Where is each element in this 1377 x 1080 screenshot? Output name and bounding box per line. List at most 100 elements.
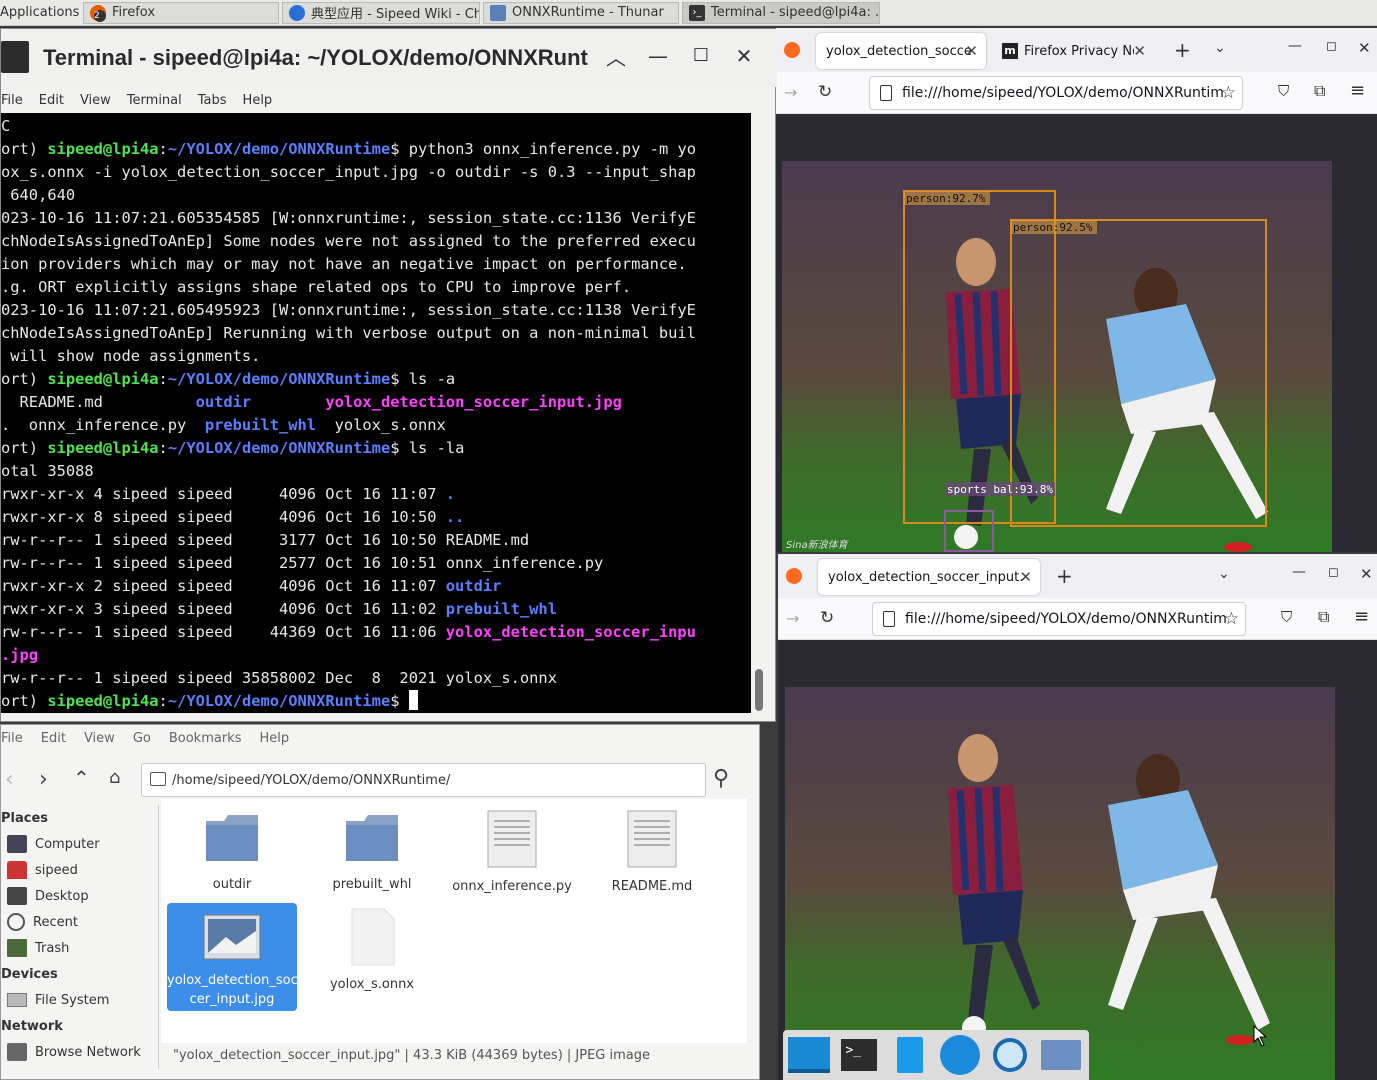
file-name: outdir [445,577,502,595]
task-firefox[interactable]: 2 Firefox [83,1,279,24]
sidebar-item-recent[interactable]: Recent [1,909,158,935]
home-icon[interactable]: ⌂ [109,767,120,788]
pocket-icon[interactable]: ⛉ [1281,608,1292,626]
task-terminal[interactable]: ›_ Terminal - sipeed@lpi4a: ... [682,1,880,24]
sidebar-item-browse-network[interactable]: Browse Network [1,1039,158,1065]
dock: >_ [783,1030,1089,1080]
prompt-env: ort) [1,439,48,457]
menu-help[interactable]: Help [259,731,289,751]
forward-icon[interactable]: › [39,767,48,792]
close-icon[interactable]: ✕ [1360,565,1373,583]
file-name: yolox_detection_soccer_inpu [445,623,696,641]
tab-yolox-detection[interactable]: yolox_detection_soccer_input. ✕ [818,559,1040,595]
terminal-line: rwxr-xr-x 8 sipeed sipeed 4096 Oct 16 10… [1,506,751,529]
maximize-icon[interactable]: ◻ [1328,565,1339,580]
list-tabs-icon[interactable]: ⌄ [1218,566,1230,582]
back-icon[interactable]: ‹ [5,767,14,792]
close-tab-icon[interactable]: ✕ [1019,568,1032,586]
sidebar-item-desktop[interactable]: Desktop [1,883,158,909]
menu-icon[interactable]: ≡ [1350,80,1365,101]
folder-icon [206,815,258,861]
menu-edit[interactable]: Edit [41,731,66,751]
maximize-icon[interactable]: ☐ [686,45,716,66]
file-item-onnx-inference[interactable]: onnx_inference.py [447,803,577,903]
pocket-icon[interactable]: ⛉ [1278,82,1289,100]
search-icon[interactable] [988,1032,1032,1078]
file-manager-menubar: File Edit View Go Bookmarks Help [1,731,307,751]
command-text: python3 onnx_inference.py -m yo [408,140,697,158]
task-sipeed-wiki[interactable]: 典型应用 - Sipeed Wiki - Ch... [282,1,480,24]
file-item-prebuilt-whl[interactable]: prebuilt_whl [307,803,437,903]
watermark: Sina新浪体育 [786,539,850,551]
reload-icon[interactable]: ↻ [820,608,834,628]
sidebar-item-filesystem[interactable]: File System [1,987,158,1013]
file-name: prebuilt_whl [445,600,557,618]
page-icon [880,85,892,101]
menu-help[interactable]: Help [243,93,273,108]
forward-icon[interactable]: → [786,609,799,628]
new-tab-icon[interactable]: + [1056,564,1073,588]
bookmark-star-icon[interactable]: ☆ [1224,609,1239,629]
minimize-icon[interactable]: — [1288,38,1302,54]
minimize-icon[interactable]: — [1292,564,1306,580]
sidebar-item-computer[interactable]: Computer [1,831,158,857]
bookmark-star-icon[interactable]: ☆ [1221,83,1236,103]
close-tab-icon[interactable]: ✕ [1133,42,1146,60]
file-name: yolox_s.onnx [329,977,415,992]
extensions-icon[interactable]: ⧉ [1314,81,1325,101]
menu-file[interactable]: File [1,93,23,108]
url-bar[interactable]: file:///home/sipeed/YOLOX/demo/ONNXRunti… [872,602,1246,636]
maximize-icon[interactable]: ◻ [1326,39,1337,54]
terminal-scrollbar[interactable] [751,113,775,713]
search-icon[interactable]: ⚲ [713,766,729,791]
file-item-readme[interactable]: README.md [587,803,717,903]
task-label: Firefox [112,5,156,20]
applications-menu[interactable]: Applications⋮ [0,0,80,26]
menu-go[interactable]: Go [133,731,151,751]
sidebar-item-sipeed[interactable]: sipeed [1,857,158,883]
terminal-output[interactable]: Cort) sipeed@lpi4a:~/YOLOX/demo/ONNXRunt… [1,113,751,713]
prompt-user: sipeed@lpi4a [47,140,159,158]
list-tabs-icon[interactable]: ⌄ [1214,40,1226,56]
command-text: ls -a [408,370,456,388]
file-item-outdir[interactable]: outdir [167,803,297,903]
browser-icon[interactable] [938,1032,982,1078]
menu-view[interactable]: View [84,731,115,751]
menu-bookmarks[interactable]: Bookmarks [169,731,242,751]
menu-file[interactable]: File [1,731,23,751]
tab-firefox-privacy[interactable]: m Firefox Privacy No ✕ [992,33,1150,69]
shade-icon[interactable]: ︿ [601,42,631,71]
close-icon[interactable]: ✕ [729,44,759,68]
menu-view[interactable]: View [80,93,111,108]
new-tab-icon[interactable]: + [1174,38,1191,62]
tab-yolox-detection[interactable]: yolox_detection_socce ✕ [816,33,986,69]
file-manager-icon[interactable] [888,1032,932,1078]
extensions-icon[interactable]: ⧉ [1318,607,1329,627]
location-bar[interactable]: /home/sipeed/YOLOX/demo/ONNXRuntime/ [141,763,706,797]
task-thunar[interactable]: ONNXRuntime - Thunar [483,1,679,24]
reload-icon[interactable]: ↻ [818,82,832,102]
close-tab-icon[interactable]: ✕ [965,42,978,60]
up-icon[interactable]: ⌃ [73,766,90,790]
menu-icon[interactable]: ≡ [1354,606,1369,627]
file-item-yolox-input-jpg[interactable]: yolox_detection_soc cer_input.jpg [167,903,298,1011]
menu-terminal[interactable]: Terminal [127,93,182,108]
menu-edit[interactable]: Edit [39,93,64,108]
terminal-icon[interactable]: >_ [837,1032,881,1078]
show-desktop-icon[interactable] [787,1032,831,1078]
minimize-icon[interactable]: — [643,44,673,68]
terminal-text: rwxr-xr-x 4 sipeed sipeed 4096 Oct 16 11… [1,485,446,503]
terminal-text: 023-10-16 11:07:21.605354585 [W:onnxrunt… [1,209,696,227]
terminal-line: C [1,115,751,138]
tab-strip: yolox_detection_soccer_input. ✕ + ⌄ — ◻ … [778,554,1377,598]
close-icon[interactable]: ✕ [1358,39,1371,57]
scrollbar-thumb[interactable] [755,669,763,711]
menu-tabs[interactable]: Tabs [198,93,227,108]
terminal-line: ox_s.onnx -i yolox_detection_soccer_inpu… [1,161,751,184]
file-item-yolox-s-onnx[interactable]: yolox_s.onnx [307,903,437,1003]
location-path: /home/sipeed/YOLOX/demo/ONNXRuntime/ [172,772,451,788]
forward-icon[interactable]: → [784,83,797,102]
sidebar-item-trash[interactable]: Trash [1,935,158,961]
folder-icon[interactable] [1039,1032,1083,1078]
url-bar[interactable]: file:///home/sipeed/YOLOX/demo/ONNXRunti… [869,76,1243,110]
